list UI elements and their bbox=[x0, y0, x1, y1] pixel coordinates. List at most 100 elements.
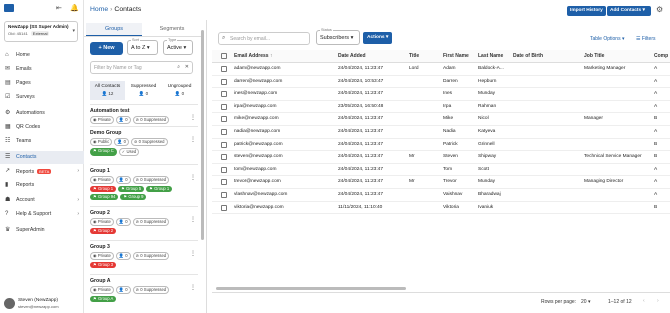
tab-groups[interactable]: Groups bbox=[86, 23, 142, 36]
col-email[interactable]: Email Address ↑ bbox=[234, 50, 272, 63]
col-date-added[interactable]: Date Added bbox=[338, 50, 366, 63]
table-row[interactable]: darren@newzapp.com 24/04/2024, 10:53:47 Da… bbox=[212, 76, 670, 89]
row-checkbox[interactable] bbox=[221, 141, 227, 148]
cell-company: A bbox=[654, 129, 658, 134]
more-options-icon[interactable]: ⋮ bbox=[190, 174, 196, 181]
group-item[interactable]: Automation test ◉ Private 👤 0 ⊘ 0 Suppresse… bbox=[90, 104, 198, 124]
table-row[interactable]: mike@newzapp.com 24/04/2024, 11:23:47 Mike… bbox=[212, 113, 670, 126]
group-item[interactable]: Demo Group ◉ Public 👤 0 ⊘ 0 Suppressed ⚑ Gro… bbox=[90, 126, 198, 156]
sidebar-item-help-support[interactable]: ? Help & Support › bbox=[0, 208, 84, 221]
sidebar-item-superadmin[interactable]: ♛ SuperAdmin bbox=[0, 224, 84, 237]
group-item[interactable]: Group A ◉ Private 👤 0 ⊘ 0 Suppressed ⚑ Group… bbox=[90, 274, 198, 302]
table-row[interactable]: ines@newzapp.com 24/04/2024, 11:23:47 Ines… bbox=[212, 88, 670, 101]
sidebar-item-reports[interactable]: ▮ Reports bbox=[0, 179, 84, 192]
cell-first-name: Viktoria bbox=[443, 204, 459, 210]
cell-company: A bbox=[654, 91, 658, 97]
cell-email: vlashnav@newzapp.com bbox=[234, 192, 288, 197]
tab-segments[interactable]: Segments bbox=[144, 23, 200, 36]
group-item[interactable]: Group 1 ◉ Private 👤 0 ⊘ 0 Suppressed ⚑ Group… bbox=[90, 164, 198, 200]
account-selector[interactable]: NewZapp (SS Super Admin) OId: 45141 Exter… bbox=[4, 21, 78, 42]
email-search-input[interactable]: ⌕ Search by email... bbox=[218, 32, 310, 45]
table-horizontal-scrollbar[interactable] bbox=[216, 287, 406, 290]
stat-all-contacts[interactable]: All Contacts 👤 12 bbox=[90, 81, 125, 100]
row-checkbox[interactable] bbox=[221, 204, 227, 211]
sidebar-item-contacts[interactable]: ☰ Contacts bbox=[0, 151, 84, 164]
actions-button[interactable]: Actions ▾ bbox=[363, 32, 393, 44]
row-checkbox[interactable] bbox=[221, 78, 227, 85]
row-checkbox[interactable] bbox=[221, 129, 227, 135]
next-page-icon[interactable]: › bbox=[657, 298, 659, 304]
tag-label: Group 3 bbox=[97, 262, 114, 267]
row-checkbox[interactable] bbox=[221, 179, 227, 186]
collapse-sidebar-icon[interactable]: ⇤ bbox=[56, 4, 62, 12]
cell-job-title: Marketing Manager bbox=[584, 66, 626, 71]
prev-page-icon[interactable]: ‹ bbox=[643, 298, 645, 304]
sort-select[interactable]: Sort A to Z ▾ bbox=[127, 38, 158, 55]
row-checkbox[interactable] bbox=[221, 91, 227, 98]
settings-gear-icon[interactable]: ⚙ bbox=[656, 5, 663, 14]
clear-icon[interactable]: ✕ bbox=[185, 64, 189, 70]
col-last-name[interactable]: Last Name bbox=[478, 50, 503, 63]
sidebar-item-account[interactable]: ☗ Account › bbox=[0, 194, 84, 207]
sidebar-item-automations[interactable]: ⚙ Automations bbox=[0, 107, 84, 120]
cell-date-added: 24/04/2024, 11:23:47 bbox=[338, 166, 383, 172]
new-group-button[interactable]: + New bbox=[90, 42, 123, 55]
stat-suppressed[interactable]: Suppressed 👤 0 bbox=[126, 81, 161, 100]
table-row[interactable]: viktoria@newzapp.com 11/11/2024, 11:10:40… bbox=[212, 202, 670, 215]
col-first-name[interactable]: First Name bbox=[443, 50, 469, 63]
sidebar-item-home[interactable]: ⌂ Home bbox=[0, 49, 84, 62]
row-checkbox[interactable] bbox=[221, 192, 227, 198]
group-item[interactable]: Group 3 ◉ Private 👤 0 ⊘ 0 Suppressed ⚑ Group… bbox=[90, 240, 198, 268]
group-item[interactable]: Group 2 ◉ Private 👤 0 ⊘ 0 Suppressed ⚑ Group… bbox=[90, 206, 198, 234]
group-name: Group A bbox=[90, 278, 111, 284]
row-checkbox[interactable] bbox=[221, 116, 227, 123]
status-select[interactable]: Status Subscribers ▾ bbox=[316, 28, 360, 45]
rows-per-page-select[interactable]: 20 ▾ bbox=[581, 299, 590, 305]
row-checkbox[interactable] bbox=[221, 103, 227, 110]
table-row[interactable]: tom@newzapp.com 24/04/2024, 11:23:47 Tom Sc… bbox=[212, 164, 670, 177]
row-checkbox[interactable] bbox=[221, 66, 227, 72]
select-all-checkbox[interactable] bbox=[221, 53, 227, 59]
sidebar-item-teams[interactable]: ☷ Teams bbox=[0, 135, 84, 148]
more-options-icon[interactable]: ⋮ bbox=[190, 136, 196, 143]
row-checkbox[interactable] bbox=[221, 154, 227, 161]
sidebar-item-emails[interactable]: ✉ Emails bbox=[0, 63, 84, 76]
sidebar-item-pages[interactable]: ▤ Pages bbox=[0, 77, 84, 90]
table-row[interactable]: irpa@newzapp.com 23/05/2024, 16:50:48 Irpa… bbox=[212, 101, 670, 114]
table-options-button[interactable]: Table Options ▾ bbox=[590, 36, 624, 42]
group-filter-input[interactable]: Filter by Name or Tag ⌕ ✕ bbox=[90, 61, 193, 74]
breadcrumb-home[interactable]: Home bbox=[90, 6, 108, 13]
suppressed-count: ⊘ 0 Suppressed bbox=[132, 116, 170, 124]
cell-date-added: 24/04/2024, 11:23:47 bbox=[338, 154, 383, 160]
add-contacts-button[interactable]: Add Contacts ▾ bbox=[607, 6, 651, 16]
stat-ungrouped[interactable]: Ungrouped 👤 0 bbox=[162, 81, 197, 100]
groups-scrollbar[interactable] bbox=[201, 30, 204, 240]
table-row[interactable]: vlashnav@newzapp.com 24/04/2024, 11:23:47… bbox=[212, 189, 670, 202]
notification-bell-icon[interactable]: 🔔 bbox=[70, 4, 79, 12]
table-row[interactable]: adam@newzapp.com 24/04/2024, 11:23:47 Lord… bbox=[212, 63, 670, 76]
filters-button[interactable]: ☰ Filters bbox=[636, 36, 656, 42]
table-row[interactable]: trevor@newzapp.com 24/04/2024, 11:23:47 Mr… bbox=[212, 176, 670, 189]
more-options-icon[interactable]: ⋮ bbox=[190, 284, 196, 291]
type-select[interactable]: Type Active ▾ bbox=[163, 38, 193, 55]
sidebar-item-qr-codes[interactable]: ▦ QR Codes bbox=[0, 121, 84, 134]
table-row[interactable]: patrick@newzapp.com 24/04/2024, 11:23:47 P… bbox=[212, 139, 670, 152]
col-job-title[interactable]: Job Title bbox=[584, 50, 604, 63]
visibility-badge: ◉ Public bbox=[90, 138, 113, 146]
more-options-icon[interactable]: ⋮ bbox=[190, 216, 196, 223]
col-dob[interactable]: Date of Birth bbox=[513, 50, 543, 63]
cell-email: nadia@newzapp.com bbox=[234, 129, 281, 134]
cell-email: steven@newzapp.com bbox=[234, 154, 283, 160]
group-tag: ⚑ Group C bbox=[90, 148, 117, 156]
col-company[interactable]: Comp bbox=[654, 50, 668, 63]
more-options-icon[interactable]: ⋮ bbox=[190, 114, 196, 121]
cell-date-added: 24/04/2024, 11:23:47 bbox=[338, 192, 383, 197]
row-checkbox[interactable] bbox=[221, 166, 227, 173]
sidebar-item-surveys[interactable]: ☑ Surveys bbox=[0, 91, 84, 104]
col-title[interactable]: Title bbox=[409, 50, 419, 63]
sidebar-item-reports[interactable]: ↗ Reports BETA › bbox=[0, 165, 84, 178]
table-row[interactable]: nadia@newzapp.com 24/04/2024, 11:23:47 Nad… bbox=[212, 126, 670, 139]
table-row[interactable]: steven@newzapp.com 24/04/2024, 11:23:47 Mr… bbox=[212, 151, 670, 164]
import-history-button[interactable]: Import History bbox=[567, 6, 606, 16]
more-options-icon[interactable]: ⋮ bbox=[190, 250, 196, 257]
